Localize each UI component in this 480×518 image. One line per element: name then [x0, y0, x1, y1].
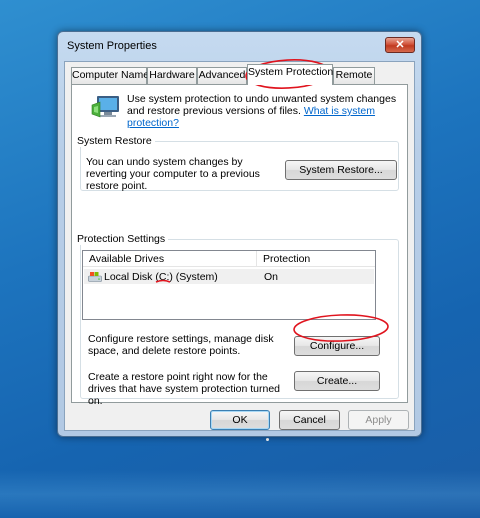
drive-row-c[interactable]: Local Disk (C:) (System) On	[84, 269, 374, 284]
system-protection-icon	[91, 96, 119, 118]
system-restore-description: You can undo system changes by reverting…	[86, 156, 260, 192]
column-protection[interactable]: Protection	[263, 253, 310, 265]
protection-settings-label: Protection Settings	[74, 233, 169, 245]
column-separator	[256, 251, 257, 267]
available-drives-list[interactable]: Available Drives Protection Local Disk (…	[82, 250, 376, 320]
create-button[interactable]: Create...	[294, 371, 380, 391]
tab-remote[interactable]: Remote	[333, 67, 375, 84]
apply-button[interactable]: Apply	[348, 410, 409, 430]
ok-button[interactable]: OK	[210, 410, 270, 430]
configure-description: Configure restore settings, manage disk …	[88, 333, 274, 357]
desktop-wallpaper-streak	[0, 470, 480, 518]
create-description: Create a restore point right now for the…	[88, 371, 281, 407]
drive-name-suffix: (System)	[172, 271, 218, 283]
window-title: System Properties	[67, 40, 157, 52]
tab-hardware[interactable]: Hardware	[147, 67, 197, 84]
drive-protection-status: On	[264, 271, 279, 283]
tab-computer-name[interactable]: Computer Name	[71, 67, 149, 84]
dialog-client: Computer Name Hardware Advanced System P…	[64, 61, 415, 431]
intro-description: Use system protection to undo unwanted s…	[127, 93, 397, 129]
drive-name: Local Disk (C:) (System)	[104, 271, 218, 283]
cancel-button[interactable]: Cancel	[279, 410, 340, 430]
tab-advanced[interactable]: Advanced	[197, 67, 247, 84]
drive-letter: (C:)	[155, 271, 173, 283]
drive-name-prefix: Local Disk	[104, 271, 156, 283]
local-disk-icon	[88, 272, 102, 282]
system-protection-panel: Use system protection to undo unwanted s…	[71, 84, 408, 407]
tab-system-protection[interactable]: System Protection	[247, 64, 333, 85]
column-available-drives[interactable]: Available Drives	[89, 253, 164, 265]
desktop-dot	[266, 438, 269, 441]
close-button[interactable]: ✕	[385, 37, 415, 53]
system-restore-label: System Restore	[74, 135, 155, 147]
system-restore-button[interactable]: System Restore...	[285, 160, 397, 180]
configure-button[interactable]: Configure...	[294, 336, 380, 356]
title-bar[interactable]: System Properties ✕	[58, 32, 421, 60]
system-properties-window: System Properties ✕ Computer Name Hardwa…	[57, 31, 422, 437]
list-header: Available Drives Protection	[83, 251, 375, 267]
